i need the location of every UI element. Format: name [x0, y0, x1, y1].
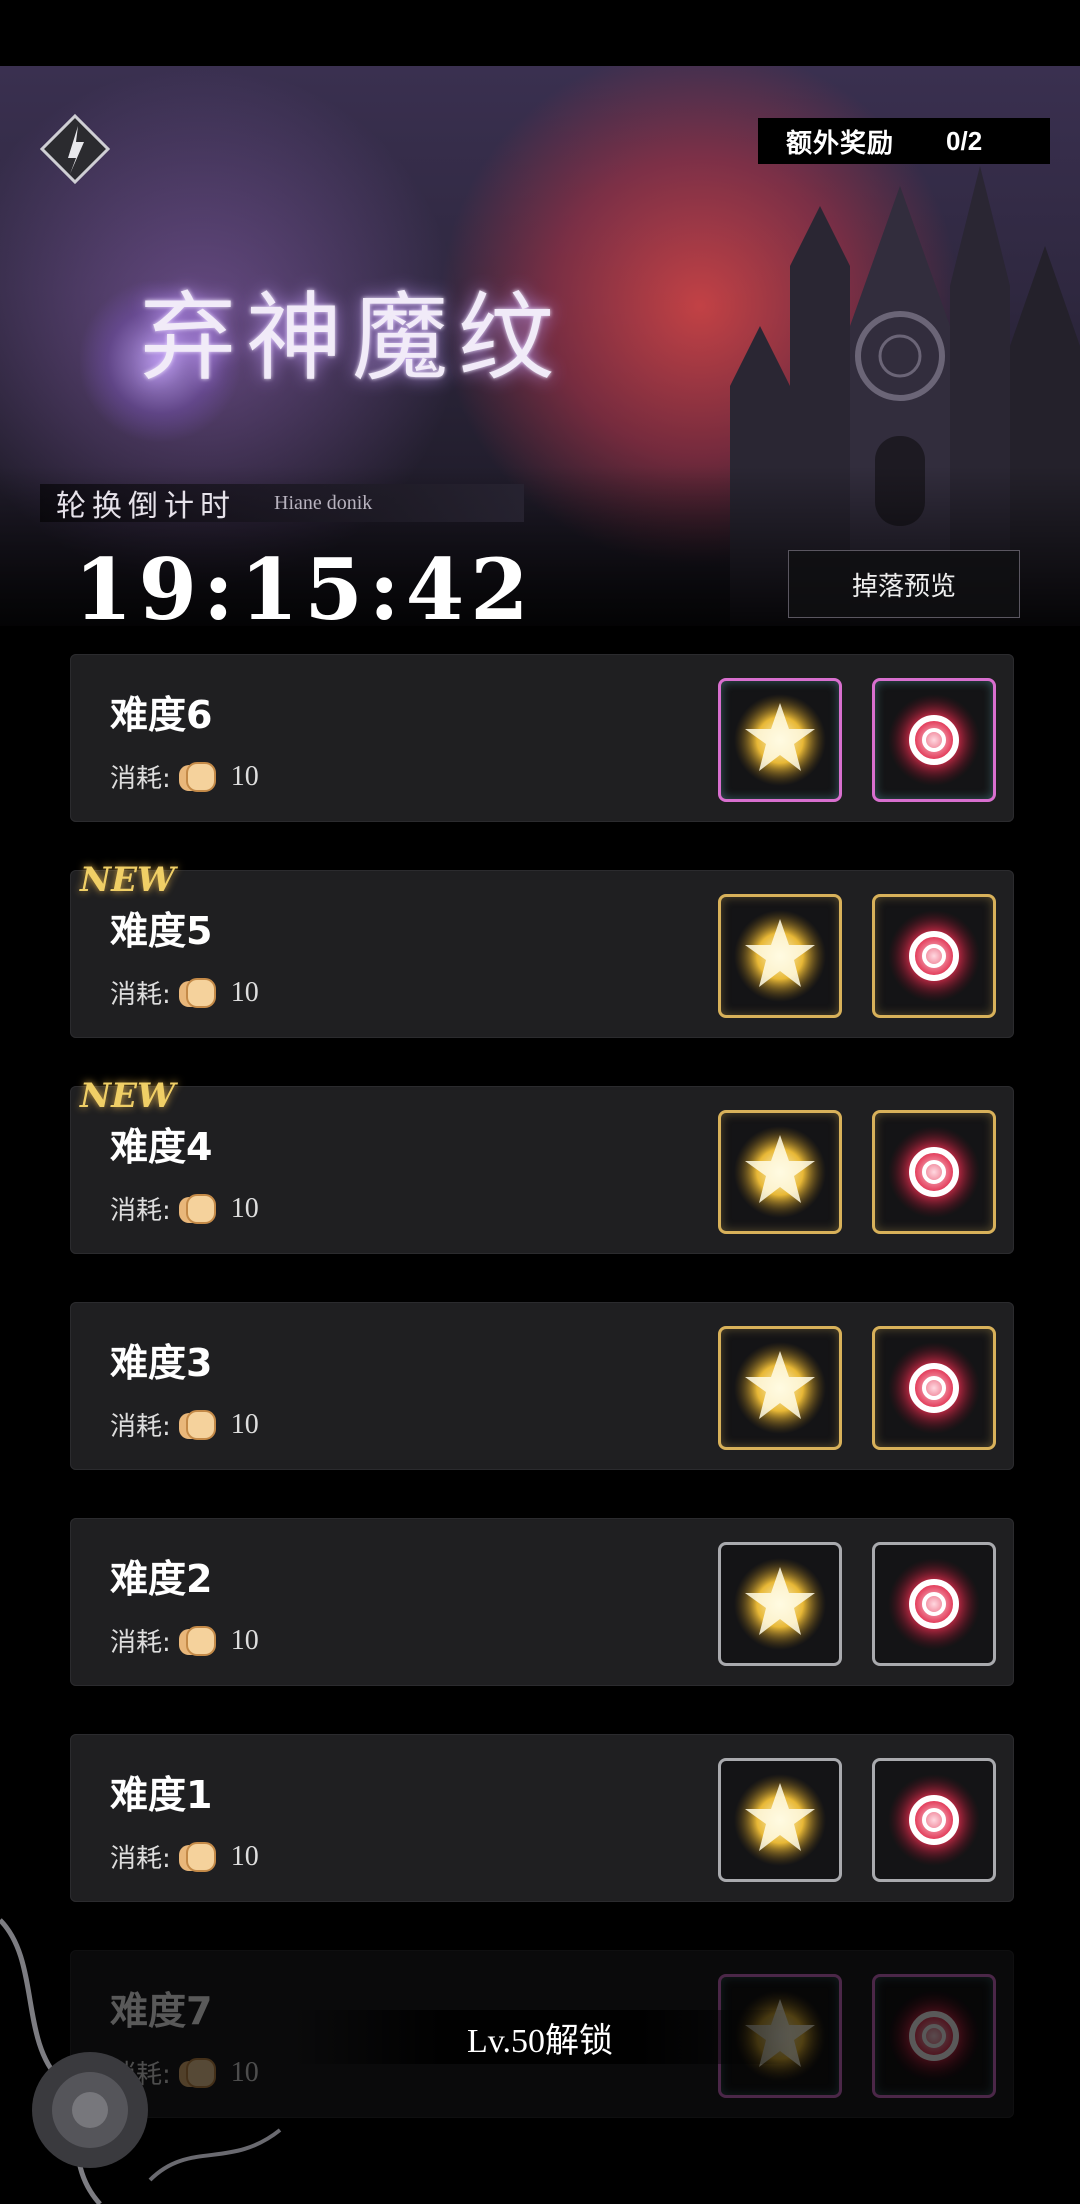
cost-value: 10	[230, 1840, 259, 1872]
extra-reward-count: 0/2	[946, 125, 983, 156]
stamina-cost: 消耗: 10	[110, 974, 259, 1011]
cost-value: 10	[230, 1624, 259, 1656]
reward-item-crimson[interactable]	[872, 1758, 996, 1882]
difficulty-card[interactable]: 难度6 消耗: 10	[70, 654, 1014, 822]
stamina-cost: 消耗: 10	[110, 1838, 259, 1875]
gold-fist-icon	[734, 910, 826, 1002]
cost-value: 10	[230, 1192, 259, 1224]
event-title: 弃神魔纹	[140, 282, 564, 394]
gold-fist-icon	[734, 694, 826, 786]
difficulty-card[interactable]: NEW 难度5 消耗: 10	[70, 860, 1014, 1038]
crimson-swirl-icon	[888, 1342, 980, 1434]
countdown-label: 轮换倒计时	[56, 489, 236, 524]
bread-icon	[178, 761, 216, 792]
drop-preview-button[interactable]: 掉落预览	[788, 550, 1020, 618]
new-badge: NEW	[80, 860, 176, 900]
crimson-swirl-icon	[888, 1126, 980, 1218]
stamina-cost: 消耗: 10	[110, 758, 259, 795]
reward-item-gold[interactable]	[718, 1542, 842, 1666]
crimson-swirl-icon	[888, 694, 980, 786]
extra-reward-label: 额外奖励	[786, 127, 895, 158]
difficulty-card[interactable]: NEW 难度4 消耗: 10	[70, 1076, 1014, 1254]
crimson-swirl-icon	[888, 1558, 980, 1650]
difficulty-name: 难度5	[110, 909, 213, 953]
reward-item-gold[interactable]	[718, 1326, 842, 1450]
cost-value: 10	[230, 976, 259, 1008]
stamina-cost: 消耗: 10	[110, 1190, 259, 1227]
reward-item-crimson[interactable]	[872, 1110, 996, 1234]
new-badge: NEW	[80, 1076, 176, 1116]
reward-item-crimson[interactable]	[872, 1974, 996, 2098]
unlock-requirement: Lv.50解锁	[290, 2010, 790, 2064]
countdown-bar: 轮换倒计时 Hiane donik	[40, 484, 524, 524]
gold-fist-icon	[734, 1558, 826, 1650]
cost-value: 10	[230, 760, 259, 792]
reward-item-crimson[interactable]	[872, 1542, 996, 1666]
reward-item-crimson[interactable]	[872, 678, 996, 802]
crimson-swirl-icon	[888, 1774, 980, 1866]
cost-label: 消耗:	[110, 1628, 171, 1658]
difficulty-card[interactable]: 难度2 消耗: 10	[70, 1518, 1014, 1686]
bread-icon	[178, 1409, 216, 1440]
cost-label: 消耗:	[110, 764, 171, 794]
back-button[interactable]	[38, 112, 112, 186]
difficulty-name: 难度4	[110, 1125, 213, 1169]
extra-reward-box[interactable]: 额外奖励 0/2	[758, 118, 1050, 164]
gold-fist-icon	[734, 1342, 826, 1434]
crimson-swirl-icon	[888, 910, 980, 1002]
rose-decoration	[0, 1918, 282, 2204]
cost-label: 消耗:	[110, 980, 171, 1010]
bread-icon	[178, 1841, 216, 1872]
difficulty-card[interactable]: 难度1 消耗: 10	[70, 1734, 1014, 1902]
gold-fist-icon	[734, 1774, 826, 1866]
crimson-swirl-icon	[888, 1990, 980, 2082]
reward-item-gold[interactable]	[718, 1758, 842, 1882]
reward-item-gold[interactable]	[718, 894, 842, 1018]
cost-label: 消耗:	[110, 1844, 171, 1874]
cost-label: 消耗:	[110, 1412, 171, 1442]
back-diamond-icon	[39, 113, 111, 185]
reward-item-crimson[interactable]	[872, 1326, 996, 1450]
reward-item-gold[interactable]	[718, 1110, 842, 1234]
bread-icon	[178, 1625, 216, 1656]
cost-value: 10	[230, 1408, 259, 1440]
countdown-timer: 19:15:42	[74, 540, 535, 639]
difficulty-card[interactable]: 难度3 消耗: 10	[70, 1302, 1014, 1470]
bread-icon	[178, 977, 216, 1008]
countdown-subtitle: Hiane donik	[274, 491, 373, 514]
difficulty-name: 难度2	[110, 1557, 213, 1601]
reward-item-gold[interactable]	[718, 678, 842, 802]
cost-label: 消耗:	[110, 1196, 171, 1226]
bread-icon	[178, 1193, 216, 1224]
difficulty-name: 难度3	[110, 1341, 213, 1385]
reward-item-crimson[interactable]	[872, 894, 996, 1018]
difficulty-name: 难度1	[110, 1773, 213, 1817]
difficulty-name: 难度6	[110, 693, 213, 737]
stamina-cost: 消耗: 10	[110, 1622, 259, 1659]
stamina-cost: 消耗: 10	[110, 1406, 259, 1443]
gold-fist-icon	[734, 1126, 826, 1218]
